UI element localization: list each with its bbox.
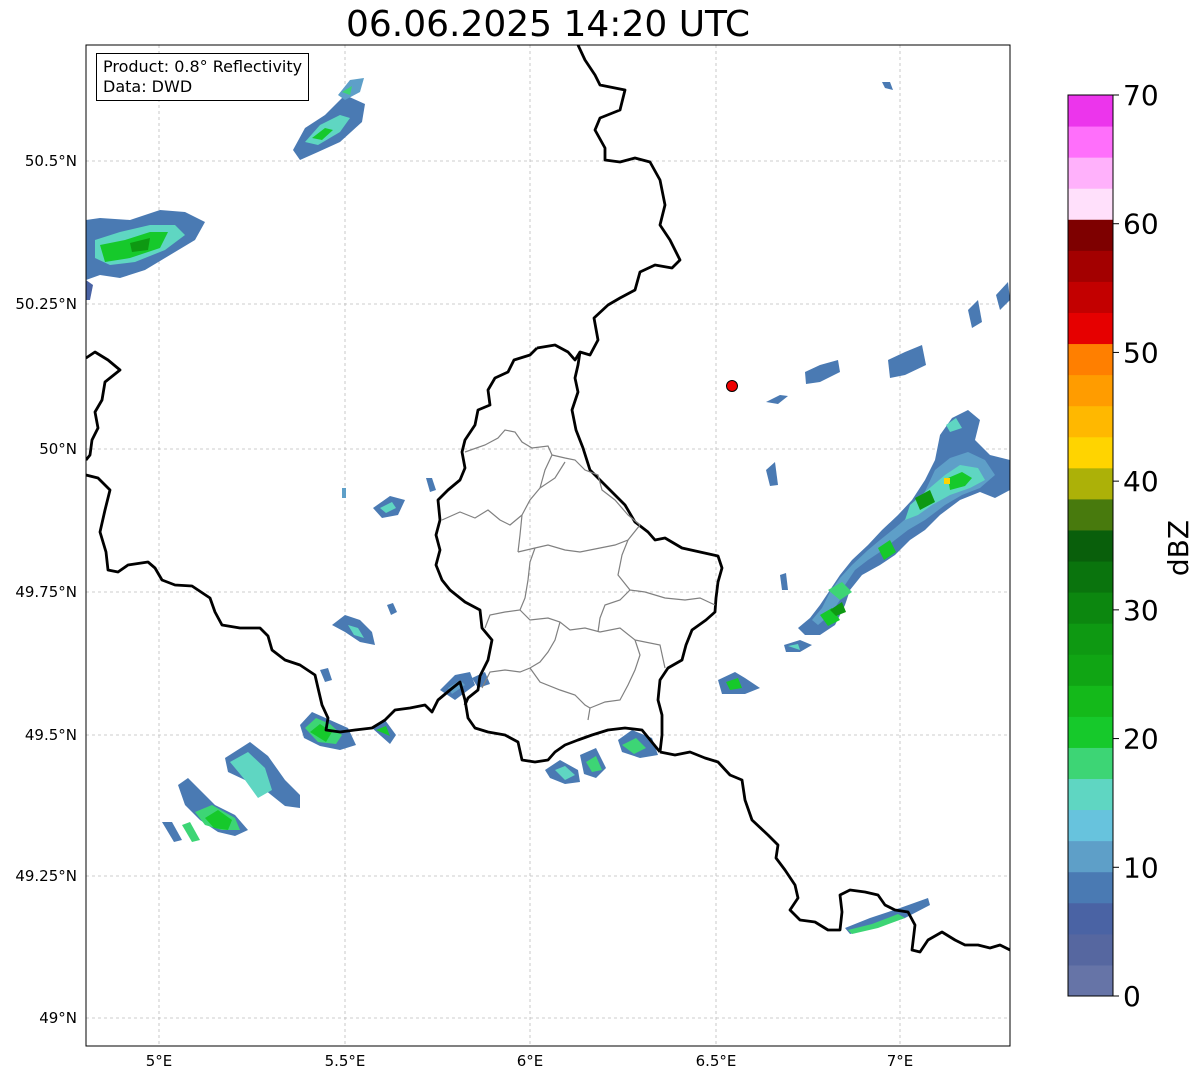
colorbar-segment	[1068, 281, 1113, 313]
colorbar-segment	[1068, 871, 1113, 904]
colorbar-segment	[1068, 592, 1113, 624]
colorbar-segment	[1068, 778, 1113, 811]
lat-tick-label: 49.25°N	[15, 867, 77, 885]
echo-small-2	[342, 488, 346, 498]
colorbar-segment	[1068, 219, 1113, 251]
colorbar-tick-label: 70	[1123, 79, 1159, 112]
colorbar-segment	[1068, 250, 1113, 282]
colorbar-segment	[1068, 561, 1113, 593]
colorbar-tick-label: 50	[1123, 336, 1159, 369]
lat-tick-label: 49.75°N	[15, 583, 77, 601]
colorbar-segment	[1068, 529, 1113, 562]
colorbar-segment	[1068, 188, 1113, 220]
colorbar-segment	[1068, 654, 1113, 686]
echo-cluster-east	[718, 82, 1010, 934]
colorbar-segment	[1068, 902, 1113, 935]
colorbar-segment	[1068, 374, 1113, 407]
colorbar-segment	[1068, 405, 1113, 438]
colorbar-segment	[1068, 685, 1113, 717]
colorbar-tick-label: 60	[1123, 208, 1159, 241]
colorbar-segment	[1068, 467, 1113, 500]
echo-cluster-southwest	[162, 712, 396, 842]
echo-small-6	[320, 668, 332, 682]
echo-small-5	[387, 603, 397, 615]
lat-tick-label: 49.5°N	[25, 726, 77, 744]
colorbar-segments	[1068, 95, 1113, 997]
info-box: Product: 0.8° Reflectivity Data: DWD	[96, 53, 310, 101]
lon-tick-label: 5.5°E	[325, 1052, 366, 1070]
colorbar-segment	[1068, 126, 1113, 158]
colorbar-tick-label: 10	[1123, 851, 1159, 884]
lon-tick-label: 6.5°E	[696, 1052, 737, 1070]
product-label: Product: 0.8° Reflectivity	[103, 57, 303, 76]
colorbar-segment	[1068, 436, 1113, 469]
colorbar-segment	[1068, 747, 1113, 780]
colorbar-segment	[1068, 312, 1113, 345]
data-source-label: Data: DWD	[103, 77, 193, 96]
colorbar-segment	[1068, 964, 1113, 997]
lat-tick-label: 50.5°N	[25, 152, 77, 170]
lat-tick-label: 50°N	[39, 440, 77, 458]
colorbar-segment	[1068, 157, 1113, 189]
colorbar-label: dBZ	[1162, 520, 1195, 576]
colorbar-segment	[1068, 623, 1113, 655]
colorbar-segment	[1068, 95, 1113, 127]
colorbar-segment	[1068, 716, 1113, 748]
lon-tick-label: 5°E	[146, 1052, 173, 1070]
radar-echoes	[86, 78, 1010, 934]
radar-map: 5°E 5.5°E 6°E 6.5°E 7°E 50.5°N 50.25°N 5…	[15, 44, 1195, 1070]
lat-tick-label: 49°N	[39, 1009, 77, 1027]
colorbar-segment	[1068, 343, 1113, 376]
echo-small-3	[426, 478, 436, 492]
colorbar: 0 10 20 30 40 50 60 70 dBZ	[1067, 79, 1195, 1013]
echo-cluster-northwest	[86, 210, 205, 300]
colorbar-segment	[1068, 840, 1113, 873]
lon-tick-label: 7°E	[887, 1052, 914, 1070]
colorbar-segment	[1068, 498, 1113, 531]
echo-cluster-south	[545, 730, 658, 784]
latitude-labels: 50.5°N 50.25°N 50°N 49.75°N 49.5°N 49.25…	[15, 152, 77, 1027]
longitude-labels: 5°E 5.5°E 6°E 6.5°E 7°E	[146, 1052, 914, 1070]
lon-tick-label: 6°E	[517, 1052, 544, 1070]
radar-site-marker	[726, 380, 738, 392]
colorbar-tick-label: 40	[1123, 465, 1159, 498]
colorbar-tick-label: 30	[1123, 594, 1159, 627]
colorbar-tick-label: 20	[1123, 723, 1159, 756]
colorbar-tick-label: 0	[1123, 980, 1141, 1013]
colorbar-segment	[1068, 933, 1113, 966]
colorbar-segment	[1068, 809, 1113, 842]
colorbar-ticks: 0 10 20 30 40 50 60 70	[1113, 79, 1159, 1013]
lat-tick-label: 50.25°N	[15, 295, 77, 313]
